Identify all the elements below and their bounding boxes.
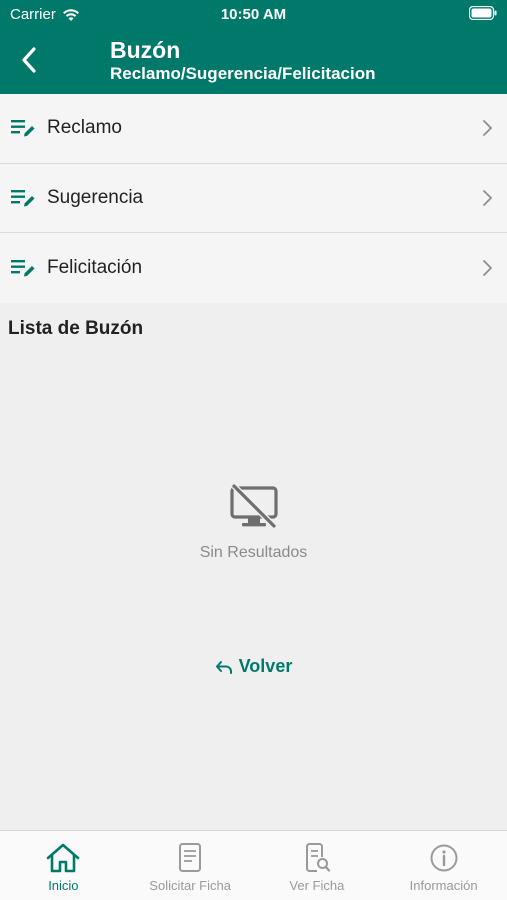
reply-arrow-icon (215, 660, 232, 674)
tab-informacion[interactable]: Información (380, 831, 507, 900)
battery-icon (468, 5, 497, 24)
status-bar: Carrier 10:50 AM (0, 0, 507, 28)
edit-list-icon (11, 258, 37, 278)
volver-button[interactable]: Volver (0, 656, 507, 677)
tab-label: Información (409, 878, 478, 893)
tab-label: Solicitar Ficha (149, 878, 231, 893)
tab-bar: Inicio Solicitar Ficha Ver Ficha Informa… (0, 830, 507, 900)
app-header: Carrier 10:50 AM Buzón Reclamo/Sugerenci… (0, 0, 507, 94)
status-time: 10:50 AM (220, 6, 287, 23)
chevron-right-icon (483, 120, 492, 137)
chevron-right-icon (483, 259, 492, 276)
tab-inicio[interactable]: Inicio (0, 831, 127, 900)
volver-label: Volver (238, 656, 293, 676)
chevron-right-icon (483, 189, 492, 206)
tab-ver-ficha[interactable]: Ver Ficha (254, 831, 381, 900)
menu-item-label: Sugerencia (47, 186, 144, 208)
list-title: Lista de Buzón (8, 318, 144, 339)
tab-label: Ver Ficha (289, 878, 345, 893)
empty-state-text: Sin Resultados (199, 544, 308, 561)
menu-item-felicitacion[interactable]: Felicitación (0, 233, 507, 303)
menu-item-label: Reclamo (47, 117, 122, 139)
document-icon (173, 843, 207, 873)
info-icon (427, 843, 461, 873)
document-search-icon (300, 843, 334, 873)
home-icon (46, 843, 80, 873)
menu-item-reclamo[interactable]: Reclamo (0, 94, 507, 164)
edit-list-icon (11, 118, 37, 138)
tab-label: Inicio (48, 878, 79, 893)
tab-solicitar-ficha[interactable]: Solicitar Ficha (127, 831, 254, 900)
page-title: Buzón (110, 37, 181, 63)
no-display-icon (230, 484, 278, 529)
chevron-left-icon (22, 47, 36, 73)
back-button[interactable] (14, 44, 44, 76)
edit-list-icon (11, 188, 37, 208)
page-subtitle: Reclamo/Sugerencia/Felicitacion (110, 64, 376, 83)
option-menu: Reclamo Sugerencia Felicitación (0, 94, 507, 303)
menu-item-sugerencia[interactable]: Sugerencia (0, 164, 507, 233)
menu-item-label: Felicitación (47, 256, 143, 278)
